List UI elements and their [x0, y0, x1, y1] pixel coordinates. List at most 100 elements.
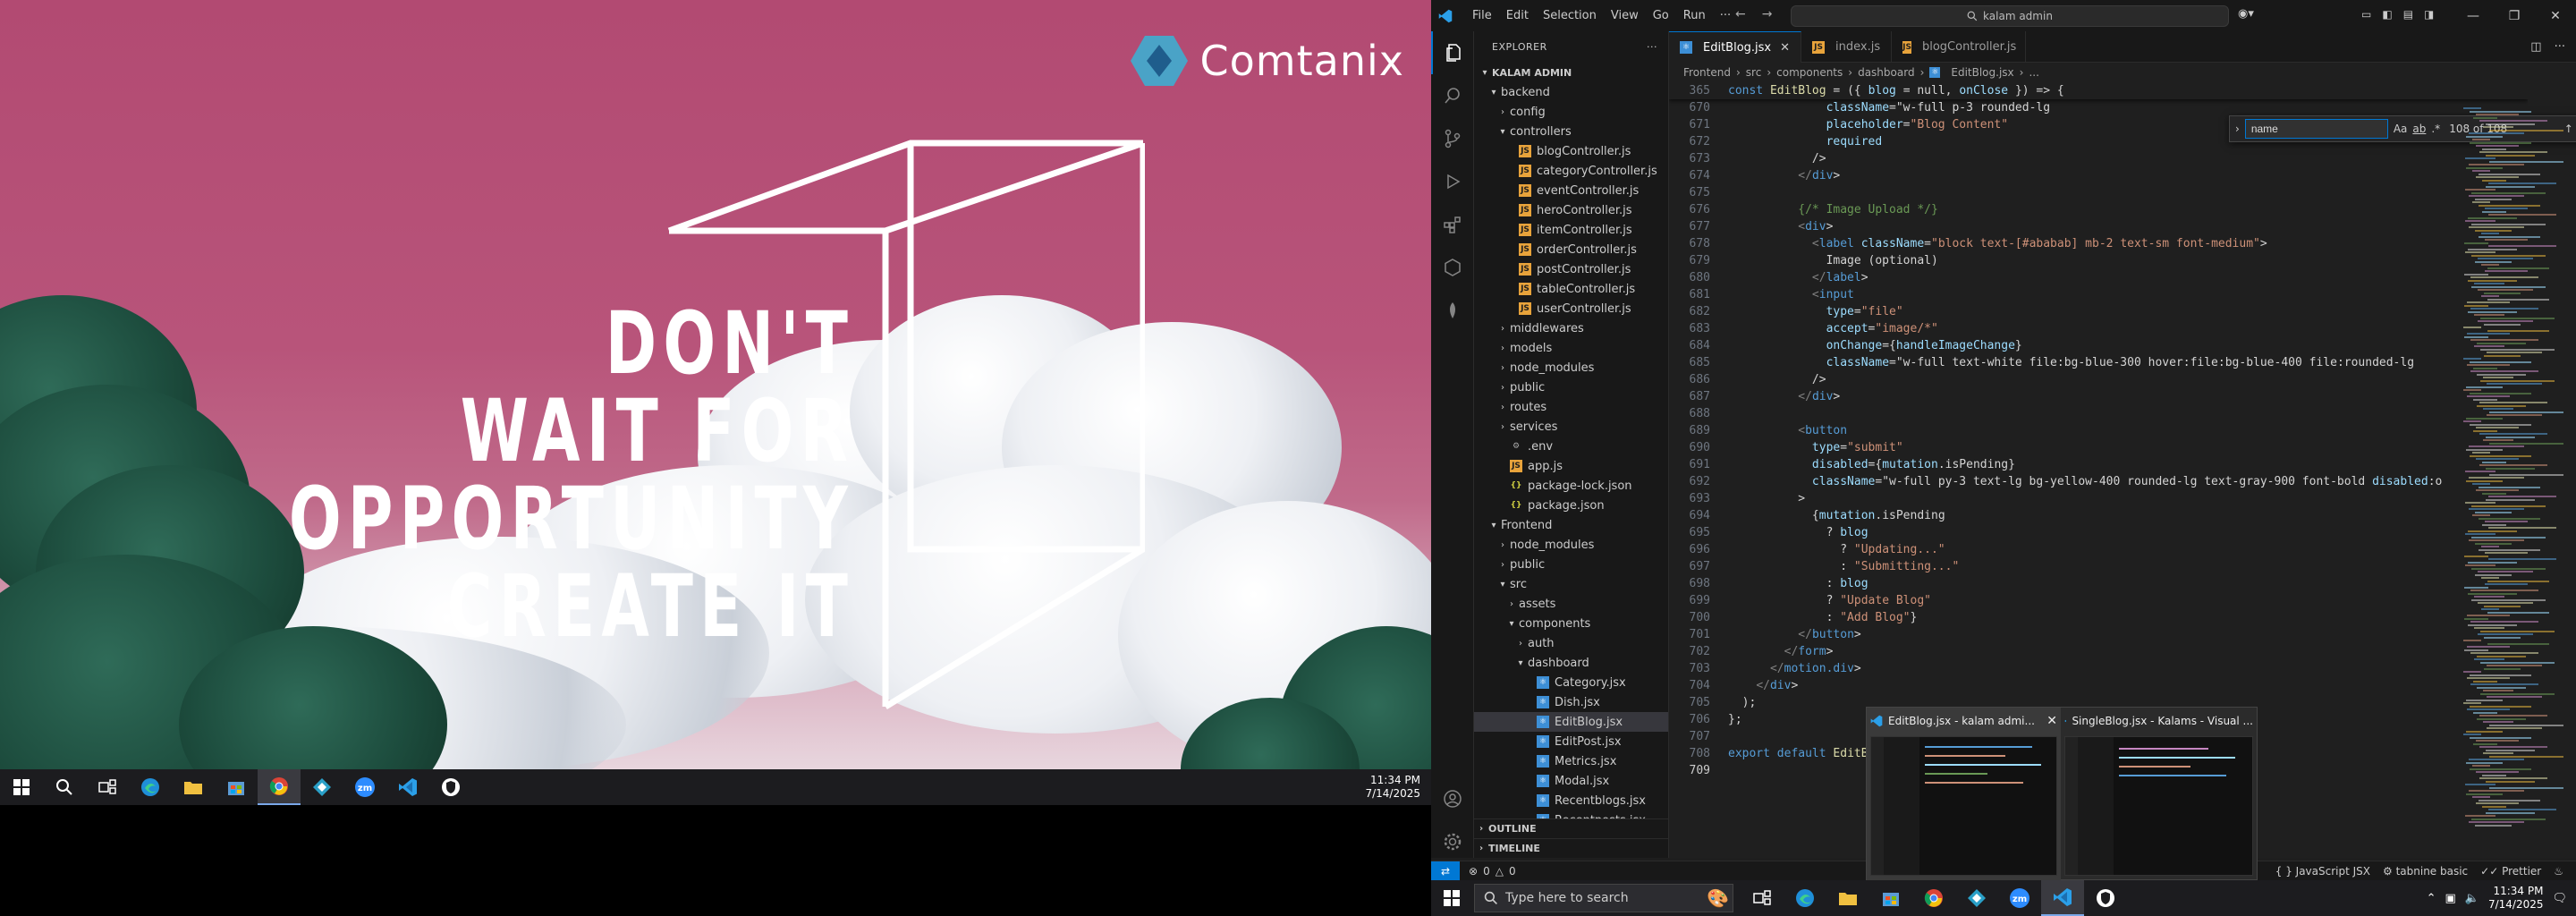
tree-folder[interactable]: ▾ dashboard [1474, 653, 1668, 673]
tree-file[interactable]: ⚛ Dish.jsx [1474, 692, 1668, 712]
vscode-icon[interactable] [2041, 880, 2084, 916]
tree-folder[interactable]: ▾ components [1474, 614, 1668, 633]
tree-folder[interactable]: › public [1474, 377, 1668, 397]
forward-arrow-icon[interactable]: → [1762, 7, 1773, 21]
file-explorer-icon[interactable] [172, 769, 215, 805]
language-mode[interactable]: { } JavaScript JSX [2275, 865, 2370, 878]
tree-file[interactable]: ⚛ EditBlog.jsx [1474, 712, 1668, 732]
mongodb-leaf-icon[interactable] [1431, 289, 1474, 332]
search-icon[interactable] [43, 769, 86, 805]
tree-file[interactable]: JS postController.js [1474, 259, 1668, 279]
tree-folder[interactable]: › config [1474, 102, 1668, 122]
tree-file[interactable]: {} package-lock.json [1474, 476, 1668, 496]
tabnine-status[interactable]: ⚙ tabnine basic [2383, 865, 2468, 878]
close-icon[interactable]: ✕ [2046, 714, 2057, 728]
menu-item[interactable]: Run [1676, 9, 1713, 22]
tree-file[interactable]: ⚙ .env [1474, 437, 1668, 456]
menu-item[interactable]: View [1604, 9, 1646, 22]
breadcrumb-item[interactable]: dashboard [1858, 66, 1914, 79]
tree-folder[interactable]: › auth [1474, 633, 1668, 653]
run-debug-icon[interactable] [1431, 160, 1474, 203]
close-window-icon[interactable]: ✕ [2535, 9, 2576, 23]
tree-file[interactable]: ⚛ EditPost.jsx [1474, 732, 1668, 751]
chevron-right-icon[interactable]: › [2235, 123, 2240, 135]
close-icon[interactable]: ✕ [1780, 41, 1790, 55]
tree-file[interactable]: JS app.js [1474, 456, 1668, 476]
command-center[interactable]: kalam admin [1791, 5, 2229, 27]
tree-folder[interactable]: › assets [1474, 594, 1668, 614]
back-arrow-icon[interactable]: ← [1735, 7, 1746, 21]
remote-indicator-icon[interactable]: ⇄ [1431, 861, 1460, 881]
tree-folder[interactable]: ▾ controllers [1474, 122, 1668, 141]
arrow-up-icon[interactable]: ↑ [2564, 123, 2573, 135]
windows-start-icon[interactable] [0, 769, 43, 805]
secondary-sidebar-icon[interactable]: ◨ [2424, 8, 2434, 21]
account-icon[interactable] [1431, 777, 1474, 820]
shield-app-icon[interactable] [2084, 880, 2127, 916]
task-view-icon[interactable] [1741, 880, 1784, 916]
edge-browser-icon[interactable] [129, 769, 172, 805]
menu-item[interactable]: ··· [1713, 9, 1738, 22]
workspace-root[interactable]: ▾ KALAM ADMIN [1474, 63, 1668, 82]
tab-blogcontroller[interactable]: JS blogController.js [1892, 31, 2027, 63]
outline-section[interactable]: › OUTLINE [1474, 818, 1668, 838]
chrome-icon[interactable] [1912, 880, 1955, 916]
tree-file[interactable]: {} package.json [1474, 496, 1668, 515]
volume-icon[interactable]: 🔈 [2465, 892, 2479, 905]
shield-app-icon[interactable] [429, 769, 472, 805]
tree-file[interactable]: JS blogController.js [1474, 141, 1668, 161]
minimap[interactable] [2460, 107, 2563, 841]
tree-file[interactable]: JS itemController.js [1474, 220, 1668, 240]
chevron-up-icon[interactable]: ⌃ [2427, 892, 2436, 905]
network-icon[interactable]: ▣ [2445, 892, 2455, 905]
match-case-toggle[interactable]: Aa [2394, 123, 2408, 135]
tree-file[interactable]: JS userController.js [1474, 299, 1668, 318]
tree-folder[interactable]: ▾ src [1474, 574, 1668, 594]
tree-file[interactable]: JS categoryController.js [1474, 161, 1668, 181]
tree-file[interactable]: ⚛ Recentblogs.jsx [1474, 791, 1668, 810]
tree-file[interactable]: ⚛ Category.jsx [1474, 673, 1668, 692]
chrome-icon[interactable] [258, 769, 301, 805]
thumbnail-singleblog[interactable]: SingleBlog.jsx - Kalams - Visual ... [2061, 708, 2257, 881]
extensions-icon[interactable] [1431, 203, 1474, 246]
code-editor[interactable]: 365 const EditBlog = ({ blog = null, onCl… [1669, 82, 2528, 798]
panel-toggle-icon[interactable]: ▤ [2403, 8, 2413, 21]
more-actions-icon[interactable]: ··· [1647, 41, 1657, 53]
thumbnail-editblog[interactable]: EditBlog.jsx - kalam admi... ✕ [1867, 708, 2061, 881]
whole-word-toggle[interactable]: ab [2412, 123, 2426, 135]
problems-indicator[interactable]: ⊗ 0 △ 0 [1469, 865, 1516, 878]
layout-toggle-icon[interactable]: ▭ [2361, 8, 2371, 21]
timeline-section[interactable]: › TIMELINE [1474, 838, 1668, 858]
breadcrumb-item[interactable]: EditBlog.jsx [1951, 66, 2013, 79]
restore-icon[interactable]: ❐ [2494, 9, 2535, 23]
menu-item[interactable]: Edit [1499, 9, 1536, 22]
notifications-bell-icon[interactable]: ♨ [2554, 865, 2563, 878]
tree-folder[interactable]: › public [1474, 555, 1668, 574]
tree-file[interactable]: JS heroController.js [1474, 200, 1668, 220]
tree-folder[interactable]: › middlewares [1474, 318, 1668, 338]
zoom-icon[interactable]: zm [343, 769, 386, 805]
prettier-status[interactable]: ✓✓ Prettier [2480, 865, 2541, 878]
tree-folder[interactable]: ▾ backend [1474, 82, 1668, 102]
split-editor-icon[interactable]: ◫ [2530, 40, 2541, 54]
task-view-icon[interactable] [86, 769, 129, 805]
left-clock[interactable]: 11:34 PM 7/14/2025 [1365, 774, 1420, 801]
remote-explorer-icon[interactable] [1431, 246, 1474, 289]
tree-file[interactable]: ⚛ Modal.jsx [1474, 771, 1668, 791]
sidebar-toggle-icon[interactable]: ◧ [2382, 8, 2392, 21]
vscode-icon[interactable] [386, 769, 429, 805]
breadcrumb-item[interactable]: src [1746, 66, 1762, 79]
more-actions-icon[interactable]: ··· [2555, 40, 2565, 54]
tree-file[interactable]: JS orderController.js [1474, 240, 1668, 259]
tree-file[interactable]: ⚛ Metrics.jsx [1474, 751, 1668, 771]
minimize-icon[interactable]: — [2453, 9, 2494, 23]
tree-file[interactable]: JS eventController.js [1474, 181, 1668, 200]
tree-file[interactable]: JS tableController.js [1474, 279, 1668, 299]
store-icon[interactable] [1869, 880, 1912, 916]
edge-browser-icon[interactable] [1784, 880, 1826, 916]
notification-center-icon[interactable]: 🗨 [2552, 892, 2567, 905]
file-explorer-icon[interactable] [1826, 880, 1869, 916]
tab-editblog[interactable]: ⚛ EditBlog.jsx ✕ [1669, 31, 1802, 63]
menu-item[interactable]: File [1465, 9, 1499, 22]
taskbar-search-box[interactable]: Type here to search 🎨 [1474, 884, 1733, 912]
